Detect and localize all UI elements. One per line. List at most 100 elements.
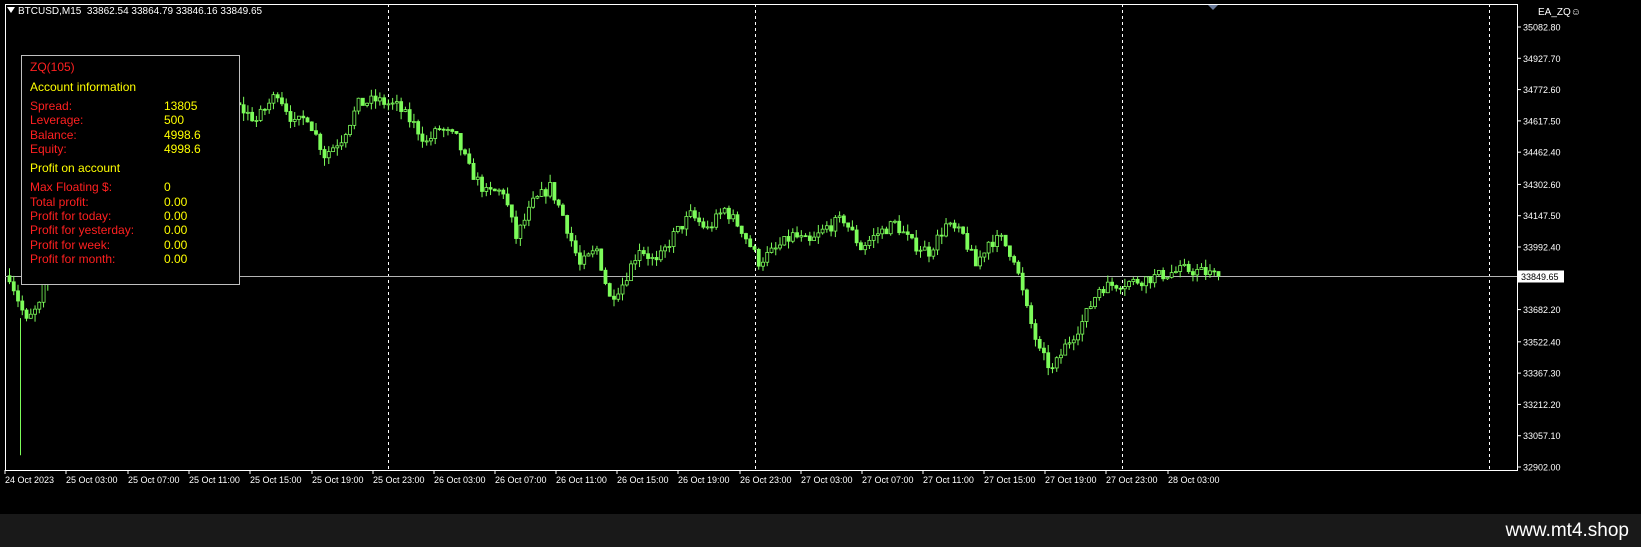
x-tick-label: 26 Oct 23:00 bbox=[740, 475, 792, 485]
candle-body bbox=[769, 247, 774, 253]
candle-body bbox=[990, 241, 995, 247]
candle-body bbox=[1020, 272, 1025, 291]
candle-body bbox=[484, 187, 489, 192]
candle-body bbox=[518, 224, 523, 239]
candle-body bbox=[778, 244, 782, 249]
candle-body bbox=[539, 189, 544, 197]
y-tick-label: 35082.80 bbox=[1523, 23, 1561, 33]
candle-body bbox=[871, 235, 876, 241]
candle-body bbox=[526, 206, 531, 221]
candle-body bbox=[403, 109, 408, 112]
candle-body bbox=[969, 248, 974, 251]
candle-body bbox=[701, 221, 706, 228]
candle-body bbox=[586, 253, 591, 257]
x-tick-label: 26 Oct 03:00 bbox=[434, 475, 486, 485]
candle-body bbox=[446, 129, 450, 131]
candle-body bbox=[680, 225, 685, 230]
x-tick-label: 26 Oct 15:00 bbox=[617, 475, 669, 485]
candle-body bbox=[820, 228, 825, 234]
candle-body bbox=[573, 240, 578, 254]
candle-body bbox=[1037, 339, 1042, 349]
expert-advisor-label[interactable]: EA_ZQ☺ bbox=[1538, 7, 1581, 18]
candle-body bbox=[309, 121, 314, 132]
candle-body bbox=[1088, 306, 1093, 309]
candle-body bbox=[599, 248, 604, 271]
candle-body bbox=[1216, 271, 1221, 277]
candle-body bbox=[756, 249, 761, 267]
candle-body bbox=[1174, 271, 1178, 273]
candle-body bbox=[548, 182, 553, 197]
candle-body bbox=[931, 249, 936, 257]
candle-body bbox=[509, 204, 514, 218]
candle-body bbox=[365, 102, 369, 106]
candle-body bbox=[11, 281, 16, 292]
candle-body bbox=[492, 188, 497, 192]
candle-body bbox=[607, 283, 612, 297]
max-floating-label: Max Floating $: bbox=[30, 180, 113, 194]
candle-body bbox=[382, 97, 387, 105]
candle-body bbox=[807, 235, 812, 242]
candle-body bbox=[965, 233, 970, 250]
candle-body bbox=[939, 234, 944, 237]
candle-body bbox=[7, 275, 12, 283]
balance-label: Balance: bbox=[30, 128, 77, 142]
profit-yesterday-value: 0.00 bbox=[164, 223, 188, 237]
candle-body bbox=[663, 246, 667, 252]
candle-body bbox=[297, 115, 301, 120]
candle-body bbox=[1148, 276, 1153, 284]
candle-body bbox=[863, 245, 868, 251]
candle-body bbox=[897, 220, 902, 234]
candle-body bbox=[1063, 343, 1068, 356]
candle-body bbox=[948, 222, 953, 225]
candle-body bbox=[671, 231, 676, 247]
candle-body bbox=[876, 233, 880, 236]
candle-body bbox=[373, 95, 378, 102]
y-tick-label: 33212.20 bbox=[1523, 400, 1561, 410]
total-profit-value: 0.00 bbox=[164, 195, 188, 209]
candle-body bbox=[995, 234, 1000, 247]
candle-body bbox=[535, 196, 540, 199]
candle-body bbox=[795, 232, 799, 238]
candle-body bbox=[739, 225, 744, 234]
candle-body bbox=[488, 187, 493, 190]
candle-body bbox=[956, 226, 961, 229]
candle-body bbox=[467, 153, 472, 164]
candle-body bbox=[1029, 305, 1034, 324]
candle-body bbox=[982, 252, 987, 258]
candle-body bbox=[961, 226, 965, 234]
candle-body bbox=[803, 235, 808, 238]
candle-body bbox=[1208, 270, 1212, 276]
x-tick-label: 27 Oct 07:00 bbox=[862, 475, 914, 485]
candle-body bbox=[522, 219, 527, 226]
candle-body bbox=[880, 228, 885, 235]
candle-body bbox=[1118, 287, 1123, 290]
candle-body bbox=[1203, 267, 1208, 276]
candle-body bbox=[37, 301, 42, 310]
candle-body bbox=[433, 128, 438, 139]
profit-month-label: Profit for month: bbox=[30, 252, 116, 266]
candle-body bbox=[735, 214, 740, 227]
x-tick-label: 26 Oct 11:00 bbox=[556, 475, 607, 485]
candle-body bbox=[752, 246, 757, 250]
candle-body bbox=[999, 234, 1004, 237]
candle-body bbox=[629, 263, 633, 282]
dropdown-triangle-icon[interactable] bbox=[7, 7, 15, 13]
candle-body bbox=[390, 102, 395, 105]
candle-body bbox=[790, 232, 795, 242]
ohlc-readout: 33862.54 33864.79 33846.16 33849.65 bbox=[86, 6, 263, 17]
candle-body bbox=[782, 236, 787, 246]
x-tick-label: 26 Oct 19:00 bbox=[678, 475, 730, 485]
candle-body bbox=[263, 108, 267, 111]
candle-body bbox=[326, 151, 331, 159]
candle-body bbox=[893, 220, 897, 223]
candle-body bbox=[352, 110, 357, 126]
chart-header: BTCUSD,M15 33862.54 33864.79 33846.16 33… bbox=[7, 6, 262, 17]
candle-body bbox=[718, 212, 723, 215]
candle-body bbox=[841, 215, 846, 224]
expert-name: EA_ZQ bbox=[1538, 7, 1571, 18]
candle-body bbox=[824, 225, 829, 230]
y-tick-label: 33992.40 bbox=[1523, 243, 1561, 253]
candle-body bbox=[561, 204, 565, 216]
candle-body bbox=[901, 231, 906, 234]
candle-body bbox=[441, 128, 446, 131]
